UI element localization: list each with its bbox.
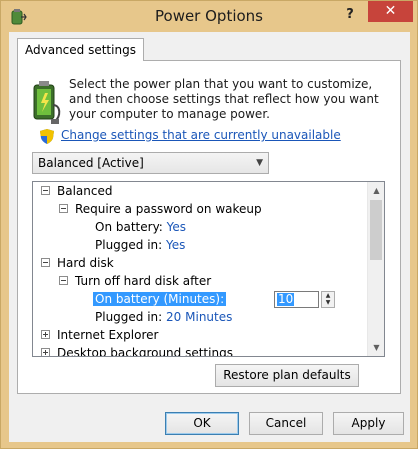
spin-down-icon[interactable]: ▼ xyxy=(322,299,334,306)
tree-label: Desktop background settings xyxy=(57,346,233,356)
setting-label: Plugged in: xyxy=(95,310,163,324)
tree-scrollbar[interactable]: ▲ ▼ xyxy=(367,182,384,356)
scroll-thumb[interactable] xyxy=(370,200,382,260)
collapse-icon[interactable] xyxy=(41,258,50,267)
change-settings-link[interactable]: Change settings that are currently unava… xyxy=(61,128,341,142)
tree-label: Turn off hard disk after xyxy=(75,274,212,288)
ok-button[interactable]: OK xyxy=(165,412,239,435)
tab-advanced-settings[interactable]: Advanced settings xyxy=(17,38,144,61)
setting-label-selected: On battery (Minutes): xyxy=(93,292,227,306)
expand-icon[interactable] xyxy=(41,330,50,339)
setting-value[interactable]: Yes xyxy=(166,238,185,252)
tree-item-plugged-in[interactable]: Plugged in: Yes xyxy=(95,236,185,254)
close-button[interactable]: ✕ xyxy=(368,1,413,22)
restore-defaults-button[interactable]: Restore plan defaults xyxy=(215,364,359,387)
tree-label: Require a password on wakeup xyxy=(75,202,262,216)
cancel-button[interactable]: Cancel xyxy=(249,412,323,435)
setting-value[interactable]: Yes xyxy=(167,220,186,234)
scroll-down-icon[interactable]: ▼ xyxy=(368,339,384,356)
minutes-value: 10 xyxy=(277,292,295,306)
power-plan-dropdown[interactable]: Balanced [Active] ▼ xyxy=(32,152,269,174)
tree-item-on-battery[interactable]: On battery: Yes xyxy=(95,218,186,236)
power-options-window: Power Options ? ✕ Advanced settings Sele… xyxy=(0,0,418,449)
expand-icon[interactable] xyxy=(41,348,50,356)
setting-value[interactable]: 20 Minutes xyxy=(166,310,232,324)
tree-label: Balanced xyxy=(57,184,113,198)
dialog-client-area: Advanced settings Select the power plan … xyxy=(9,32,410,442)
title-bar[interactable]: Power Options ? ✕ xyxy=(1,1,417,32)
collapse-icon[interactable] xyxy=(41,186,50,195)
tree-label: Hard disk xyxy=(57,256,114,270)
settings-tree-content: Balanced Require a password on wakeup On… xyxy=(33,182,367,356)
scroll-up-icon[interactable]: ▲ xyxy=(368,182,384,199)
collapse-icon[interactable] xyxy=(59,204,68,213)
tree-item-hd-on-battery[interactable]: On battery (Minutes): 10 ▲ ▼ xyxy=(93,290,353,308)
help-button[interactable]: ? xyxy=(337,5,363,25)
spin-up-icon[interactable]: ▲ xyxy=(322,292,334,299)
power-plan-selected: Balanced [Active] xyxy=(38,156,144,170)
tree-item-hd-plugged-in[interactable]: Plugged in: 20 Minutes xyxy=(95,308,232,326)
battery-plug-icon xyxy=(33,81,61,124)
setting-label: On battery: xyxy=(95,220,163,234)
minutes-spinner[interactable]: ▲ ▼ xyxy=(321,291,335,308)
tree-label: Internet Explorer xyxy=(57,328,159,342)
setting-label: Plugged in: xyxy=(95,238,163,252)
minutes-input[interactable]: 10 xyxy=(274,291,319,308)
plan-description: Select the power plan that you want to c… xyxy=(69,77,379,121)
uac-shield-icon xyxy=(40,129,54,144)
apply-button[interactable]: Apply xyxy=(333,412,404,435)
advanced-settings-panel: Select the power plan that you want to c… xyxy=(17,60,401,394)
settings-tree[interactable]: Balanced Require a password on wakeup On… xyxy=(32,181,385,357)
collapse-icon[interactable] xyxy=(59,276,68,285)
chevron-down-icon: ▼ xyxy=(256,158,263,168)
